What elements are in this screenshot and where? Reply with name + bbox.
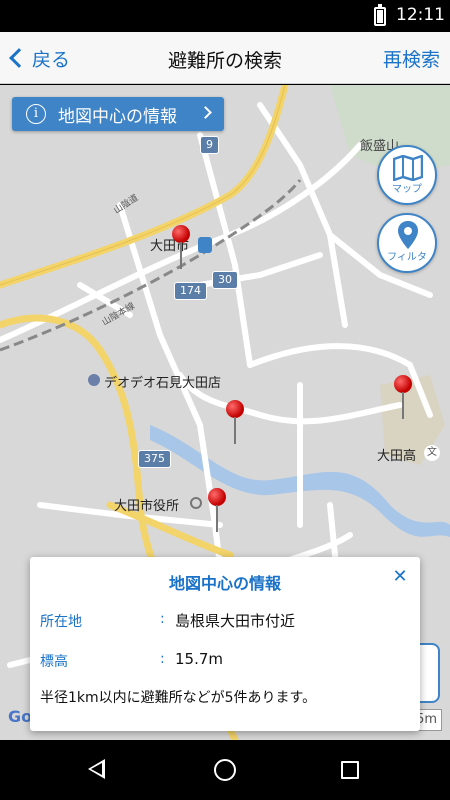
train-icon (198, 237, 212, 253)
school-icon: 文 (424, 445, 440, 461)
map-center-info-button[interactable]: i 地図中心の情報 (12, 97, 224, 131)
map-label-school: 大田高 (377, 449, 417, 464)
system-recents-icon[interactable] (341, 761, 359, 779)
info-icon: i (26, 104, 46, 124)
dialog-title: 地図中心の情報 (168, 574, 281, 593)
route-shield-9: 9 (200, 136, 219, 154)
shelter-pin[interactable] (226, 400, 244, 444)
filter-button-label: フィルタ (387, 252, 427, 263)
route-shield-174: 174 (174, 282, 207, 300)
status-bar: 12:11 (0, 0, 450, 32)
navigation-bar: 戻る 避難所の検索 再検索 (0, 32, 450, 84)
system-home-icon[interactable] (214, 759, 236, 781)
close-icon[interactable]: ✕ (388, 565, 412, 589)
map-center-info-dialog: 地図中心の情報 ✕ 所在地 : 島根県大田市付近 標高 : 15.7m 半径1k… (30, 557, 420, 731)
map-label-store: デオデオ石見大田店 (104, 376, 222, 391)
shelter-pin[interactable] (172, 225, 190, 269)
system-back-icon[interactable] (88, 759, 105, 779)
map-button-label: マップ (392, 184, 422, 195)
location-pin-icon (398, 221, 418, 249)
battery-icon (374, 4, 386, 26)
route-shield-30: 30 (212, 271, 238, 289)
store-icon (88, 374, 100, 386)
elevation-value: 15.7m (175, 650, 224, 668)
city-hall-icon (190, 497, 202, 509)
chevron-right-icon (199, 106, 212, 119)
shelter-pin[interactable] (394, 375, 412, 419)
map-label-city-hall: 大田市役所 (114, 499, 180, 514)
system-navigation-bar (0, 740, 450, 800)
shelter-pin[interactable] (208, 488, 226, 532)
map-icon (393, 155, 423, 181)
location-value: 島根県大田市付近 (175, 612, 296, 630)
route-shield-375: 375 (138, 450, 171, 468)
elevation-label: 標高 (40, 654, 68, 670)
research-button[interactable]: 再検索 (383, 45, 440, 72)
location-label: 所在地 (40, 614, 82, 630)
elevation-colon: : (160, 651, 165, 667)
map-button[interactable]: マップ (377, 145, 437, 205)
status-time: 12:11 (396, 5, 445, 25)
location-colon: : (160, 611, 165, 627)
filter-button[interactable]: フィルタ (377, 213, 437, 273)
map-center-info-label: 地図中心の情報 (58, 106, 177, 127)
shelter-count-note: 半径1km以内に避難所などが5件あります。 (40, 690, 317, 706)
